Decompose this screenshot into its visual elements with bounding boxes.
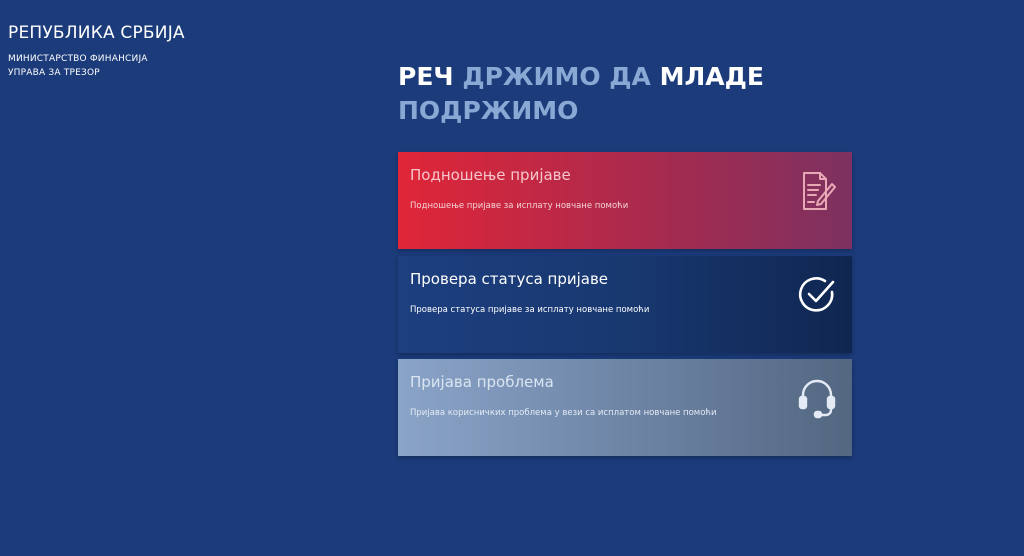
brand-ministry: МИНИСТАРСТВО ФИНАНСИЈА (8, 54, 148, 64)
headset-icon (796, 377, 838, 419)
headline-part-3: МЛАДЕ (659, 62, 764, 91)
page-headline: РЕЧ ДРЖИМО ДА МЛАДЕ ПОДРЖИМО (398, 60, 858, 128)
card-title: Провера статуса пријаве (410, 270, 609, 288)
check-status-card[interactable]: Провера статуса пријаве Провера статуса … (398, 256, 852, 353)
headline-part-1: РЕЧ (398, 62, 454, 91)
check-circle-icon (796, 274, 838, 316)
brand-department: УПРАВА ЗА ТРЕЗОР (8, 68, 100, 78)
brand-block: РЕПУБЛИКА СРБИЈА МИНИСТАРСТВО ФИНАНСИЈА … (8, 22, 185, 80)
card-description: Подношење пријаве за исплату новчане пом… (410, 201, 629, 211)
headline-part-4: ПОДРЖИМО (398, 96, 579, 125)
card-description: Пријава корисничких проблема у вези са и… (410, 408, 717, 418)
page: РЕПУБЛИКА СРБИЈА МИНИСТАРСТВО ФИНАНСИЈА … (0, 0, 1024, 556)
card-title: Подношење пријаве (410, 166, 571, 184)
headline-part-2: ДРЖИМО ДА (462, 62, 651, 91)
report-problem-card[interactable]: Пријава проблема Пријава корисничких про… (398, 359, 852, 456)
submit-application-card[interactable]: Подношење пријаве Подношење пријаве за и… (398, 152, 852, 249)
card-title: Пријава проблема (410, 373, 554, 391)
brand-country: РЕПУБЛИКА СРБИЈА (8, 23, 185, 43)
card-description: Провера статуса пријаве за исплату новча… (410, 305, 650, 315)
document-edit-icon (796, 170, 838, 212)
